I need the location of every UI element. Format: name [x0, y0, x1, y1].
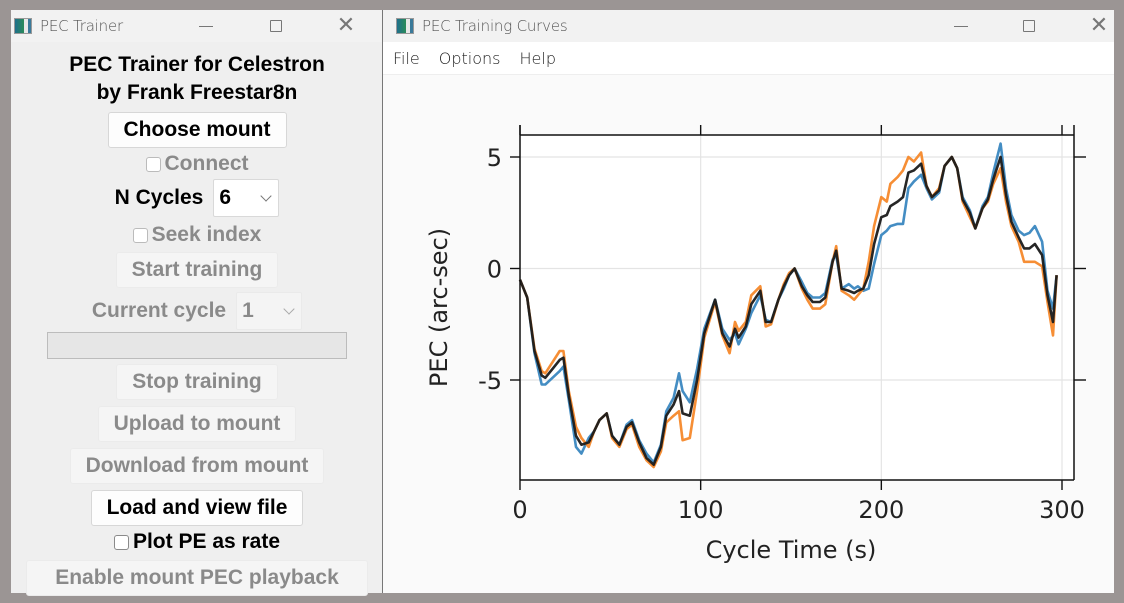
- right-titlebar: PEC Training Curves ✕: [383, 10, 1114, 42]
- chevron-down-icon: [283, 303, 295, 315]
- close-icon: ✕: [336, 13, 356, 38]
- menu-options[interactable]: Options: [429, 49, 510, 68]
- pec-training-curves-window: PEC Training Curves ✕ File Options Help …: [383, 10, 1114, 593]
- close-button[interactable]: ✕: [1076, 10, 1122, 42]
- start-training-button[interactable]: Start training: [115, 252, 279, 288]
- close-button[interactable]: ✕: [323, 10, 369, 42]
- left-titlebar: PEC Trainer ✕: [11, 10, 382, 42]
- plot-rate-checkbox[interactable]: [113, 534, 129, 550]
- n-cycles-select[interactable]: 6: [213, 179, 280, 217]
- menu-bar: File Options Help: [383, 42, 1114, 75]
- app-icon: [14, 18, 32, 34]
- menu-file[interactable]: File: [383, 49, 429, 68]
- upload-to-mount-button[interactable]: Upload to mount: [97, 406, 297, 442]
- right-window-title: PEC Training Curves: [422, 17, 568, 35]
- y-axis-label: PEC (arc-sec): [425, 228, 453, 387]
- n-cycles-value: 6: [219, 186, 232, 209]
- left-window-title: PEC Trainer: [40, 17, 123, 35]
- seek-index-label: Seek index: [151, 223, 262, 246]
- current-cycle-label: Current cycle: [91, 299, 227, 322]
- menu-help[interactable]: Help: [510, 49, 565, 68]
- y-tick-label: 0: [487, 256, 502, 284]
- seek-index-checkbox[interactable]: [132, 227, 148, 243]
- x-tick-label: 100: [678, 496, 724, 524]
- pec-trainer-window: PEC Trainer ✕ PEC Trainer for Celestron …: [11, 10, 383, 596]
- minimize-icon: [954, 25, 968, 27]
- y-tick-label: -5: [478, 367, 502, 395]
- minimize-button[interactable]: [183, 10, 229, 42]
- chevron-down-icon: [260, 190, 273, 202]
- close-icon: ✕: [1089, 13, 1109, 38]
- x-tick-label: 300: [1039, 496, 1085, 524]
- n-cycles-label: N Cycles: [114, 186, 204, 209]
- connect-checkbox[interactable]: [145, 156, 161, 172]
- enable-pec-playback-button[interactable]: Enable mount PEC playback: [26, 560, 368, 596]
- maximize-button[interactable]: [253, 10, 299, 42]
- y-tick-label: 5: [487, 144, 502, 172]
- x-axis-label: Cycle Time (s): [706, 536, 877, 564]
- x-tick-label: 200: [858, 496, 904, 524]
- app-icon: [396, 18, 414, 34]
- app-heading-line2: by Frank Freestar8n: [96, 81, 298, 104]
- training-progress-bar: [47, 332, 347, 359]
- minimize-icon: [199, 25, 213, 27]
- stop-training-button[interactable]: Stop training: [116, 364, 278, 400]
- connect-label: Connect: [164, 152, 249, 175]
- x-tick-label: 0: [512, 496, 527, 524]
- app-heading-line1: PEC Trainer for Celestron: [69, 53, 325, 76]
- maximize-button[interactable]: [1006, 10, 1052, 42]
- current-cycle-select[interactable]: 1: [236, 292, 303, 330]
- plot-rate-label: Plot PE as rate: [132, 530, 281, 553]
- download-from-mount-button[interactable]: Download from mount: [69, 448, 325, 484]
- current-cycle-value: 1: [242, 299, 254, 322]
- pec-chart: 0 100 200 300 5 0 -5 Cycle Time (s) PEC (arc-s…: [425, 125, 1086, 564]
- load-and-view-file-button[interactable]: Load and view file: [90, 490, 304, 526]
- minimize-button[interactable]: [938, 10, 984, 42]
- maximize-icon: [270, 20, 282, 32]
- maximize-icon: [1023, 20, 1035, 32]
- choose-mount-button[interactable]: Choose mount: [107, 112, 287, 148]
